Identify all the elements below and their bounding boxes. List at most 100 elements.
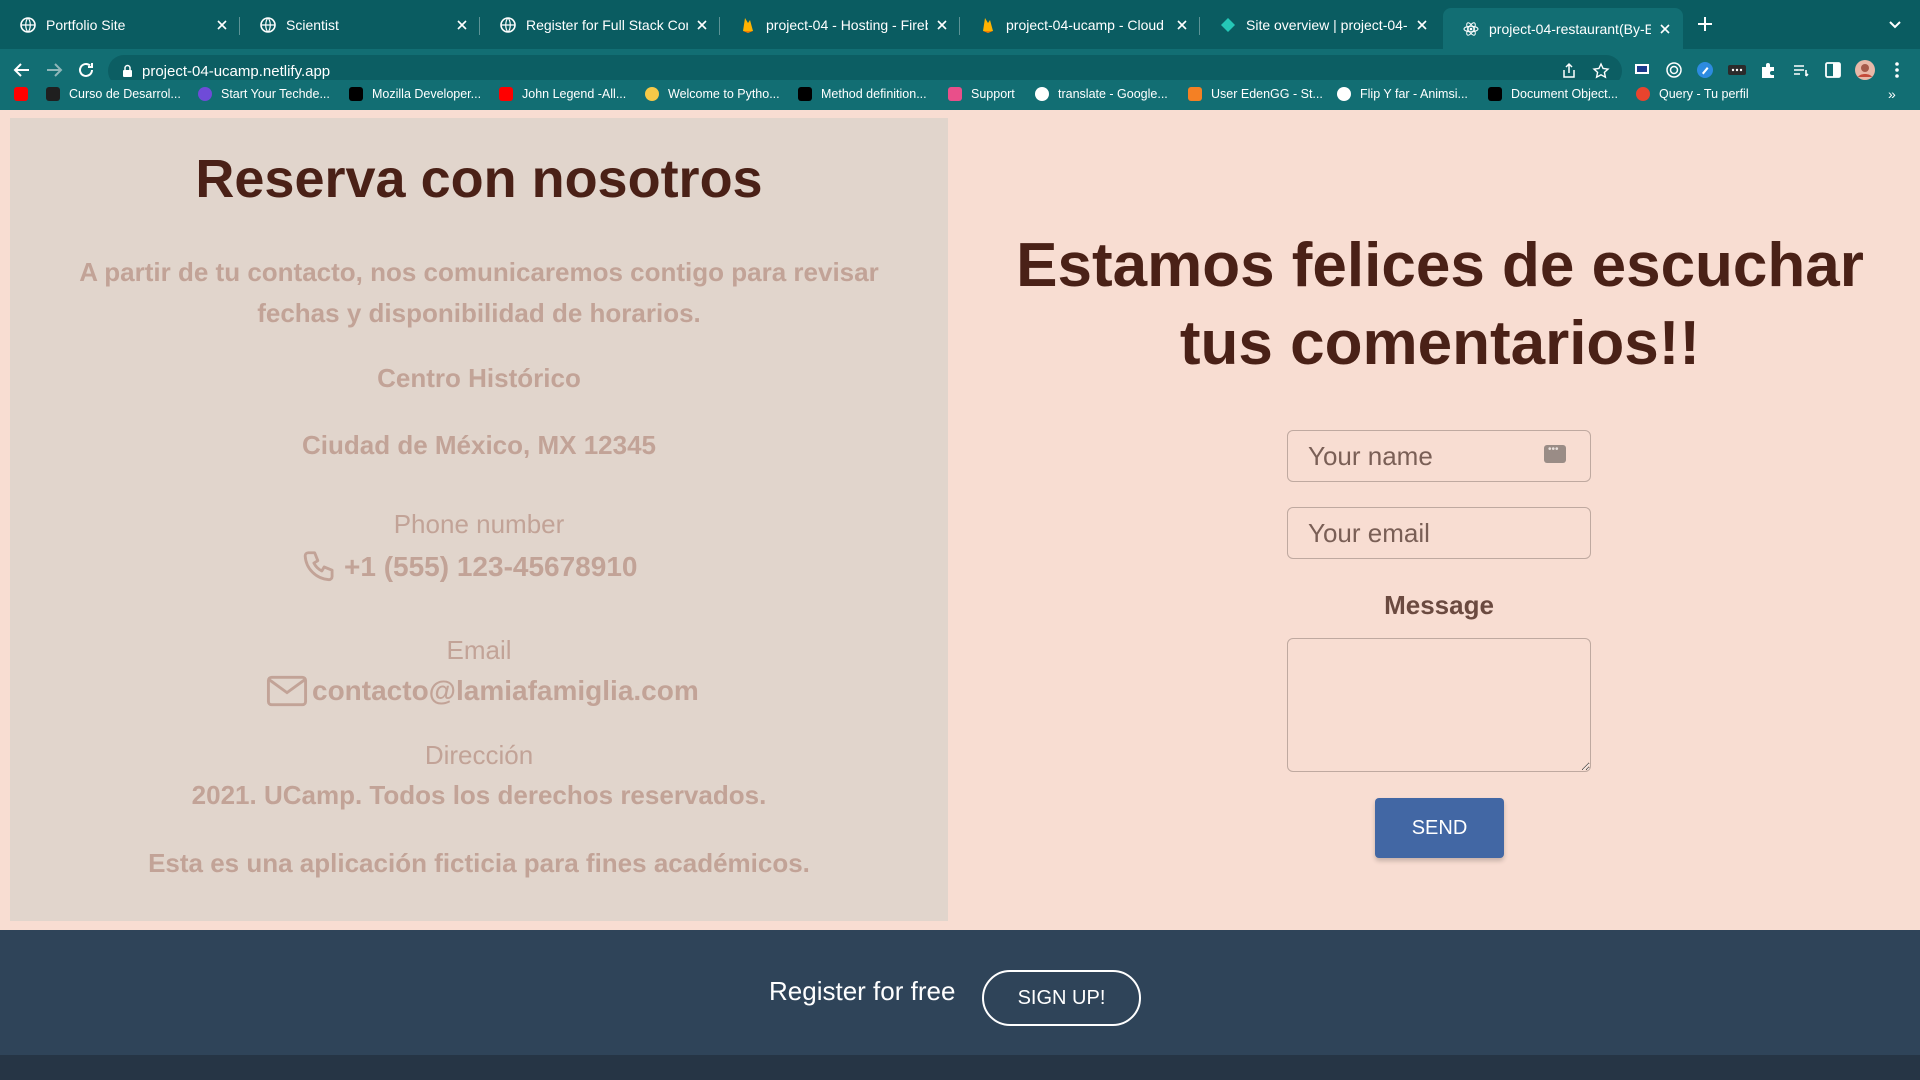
profile-avatar[interactable] [1854,59,1876,81]
close-tab-icon[interactable] [1414,17,1430,33]
bookmark-label: User EdenGG - St... [1211,87,1323,101]
bookmark-item[interactable]: translate - Google... [1035,87,1168,101]
bookmark-label: Flip Y far - Animsi... [1360,87,1468,101]
bookmark-item[interactable]: John Legend -All... [499,87,626,101]
bookmark-label: Document Object... [1511,87,1618,101]
firebase-icon [740,17,756,33]
bookmark-favicon-icon [1488,87,1502,101]
bookmark-item[interactable]: Curso de Desarrol... [46,87,181,101]
puzzle-icon[interactable] [1758,59,1780,81]
tab-title: Site overview | project-04-uca [1246,17,1408,33]
bookmark-item[interactable]: Method definition... [798,87,927,101]
youtube-icon [499,87,513,101]
tab-portfolio-site[interactable]: Portfolio Site [0,8,240,42]
bookmark-label: Curso de Desarrol... [69,87,181,101]
google-icon [1035,87,1049,101]
close-tab-icon[interactable] [694,17,710,33]
reload-icon[interactable] [74,58,98,82]
firebase-icon [980,17,996,33]
globe-icon [500,17,516,33]
close-tab-icon[interactable] [214,17,230,33]
python-icon [645,87,659,101]
forward-arrow-icon[interactable] [42,58,66,82]
message-textarea[interactable] [1287,638,1591,772]
bookmark-item[interactable]: Welcome to Pytho... [645,87,780,101]
reserva-intro: A partir de tu contacto, nos comunicarem… [79,257,879,328]
bookmark-label: Mozilla Developer... [372,87,482,101]
globe-icon [1337,87,1351,101]
close-tab-icon[interactable] [934,17,950,33]
email-label: Email [446,635,512,665]
tab-netlify-overview[interactable]: Site overview | project-04-uca [1200,8,1440,42]
address-line-2: Ciudad de México, MX 12345 [301,430,656,460]
bookmark-item[interactable]: User EdenGG - St... [1188,87,1323,101]
back-arrow-icon[interactable] [10,58,34,82]
bookmark-item[interactable]: Mozilla Developer... [349,87,481,101]
bottom-bar [0,1055,1920,1080]
kebab-menu-icon[interactable] [1886,59,1908,81]
chevron-down-icon[interactable] [1885,14,1905,34]
bookmark-label: Support [971,87,1015,101]
tab-scientist[interactable]: Scientist [240,8,480,42]
close-tab-icon[interactable] [1174,17,1190,33]
youtube-icon [14,87,28,101]
extension-screen-icon[interactable] [1632,59,1654,81]
tab-cloud-firestore[interactable]: project-04-ucamp - Cloud Fire [960,8,1200,42]
extension-target-icon[interactable] [1663,59,1685,81]
bookmark-favicon-icon [1636,87,1650,101]
extension-keyboard-icon[interactable] [1726,59,1748,81]
message-label: Message [1384,590,1494,620]
globe-icon [260,17,276,33]
close-tab-icon[interactable] [1657,21,1673,37]
send-button[interactable]: SEND [1375,798,1504,858]
tab-title: project-04 - Hosting - Firebas [766,17,928,33]
email-address: contacto@lamiafamiglia.com [312,675,699,706]
disclaimer-text: Esta es una aplicación ficticia para fin… [148,848,810,878]
bookmark-item[interactable]: Flip Y far - Animsi... [1337,87,1468,101]
email-input[interactable] [1287,507,1591,559]
stackoverflow-icon [1188,87,1202,101]
bookmark-item[interactable]: Start Your Techde... [198,87,330,101]
bookmark-label: Welcome to Pytho... [668,87,780,101]
phone-icon [303,551,334,582]
globe-icon [20,17,36,33]
new-tab-icon[interactable] [1693,12,1717,36]
phone-number: +1 (555) 123-45678910 [344,551,638,582]
signup-button[interactable]: SIGN UP! [982,970,1141,1026]
tab-register-conf[interactable]: Register for Full Stack Conf [480,8,720,42]
bookmark-label: Query - Tu perfil [1659,87,1749,101]
reading-list-icon[interactable] [1790,59,1812,81]
tab-strip: Portfolio Site Scientist Register for Fu… [0,0,1920,49]
contact-form-title: Estamos felices de escuchar tus comentar… [1016,231,1864,378]
tab-title: Portfolio Site [46,17,126,33]
tab-title: Scientist [286,17,339,33]
bookmark-item[interactable]: Query - Tu perfil [1636,87,1749,101]
bookmark-label: John Legend -All... [522,87,627,101]
extension-pen-icon[interactable] [1694,59,1716,81]
netlify-icon [1220,17,1236,33]
mail-icon [266,675,308,707]
address-line-1: Centro Histórico [377,363,581,393]
share-icon[interactable] [1560,62,1578,80]
side-panel-icon[interactable] [1822,59,1844,81]
copyright-text: 2021. UCamp. Todos los derechos reservad… [191,780,767,810]
bookmark-item[interactable]: Support [948,87,1015,101]
tab-title: project-04-ucamp - Cloud Fire [1006,17,1168,33]
bookmark-favicon-icon [798,87,812,101]
bookmark-youtube[interactable] [14,87,37,101]
close-tab-icon[interactable] [454,17,470,33]
bookmark-item[interactable]: Document Object... [1488,87,1618,101]
phone-contact: +1 (555) 123-45678910 [302,548,637,586]
direccion-label: Dirección [424,740,534,770]
autofill-key-icon[interactable] [1544,444,1566,463]
register-footer: Register for free SIGN UP! [0,930,1920,1055]
url-text: project-04-ucamp.netlify.app [142,63,331,80]
tab-restaurant-active[interactable]: project-04-restaurant(By-Eden [1443,8,1683,49]
tab-firebase-hosting[interactable]: project-04 - Hosting - Firebas [720,8,960,42]
more-bookmarks-icon[interactable]: » [1888,86,1896,102]
page-content: Reserva con nosotros A partir de tu cont… [0,110,1920,1080]
bookmark-star-icon[interactable] [1592,62,1610,80]
reserva-title: Reserva con nosotros [195,149,763,209]
phone-label: Phone number [393,509,565,539]
tab-title: Register for Full Stack Conf [526,17,688,33]
